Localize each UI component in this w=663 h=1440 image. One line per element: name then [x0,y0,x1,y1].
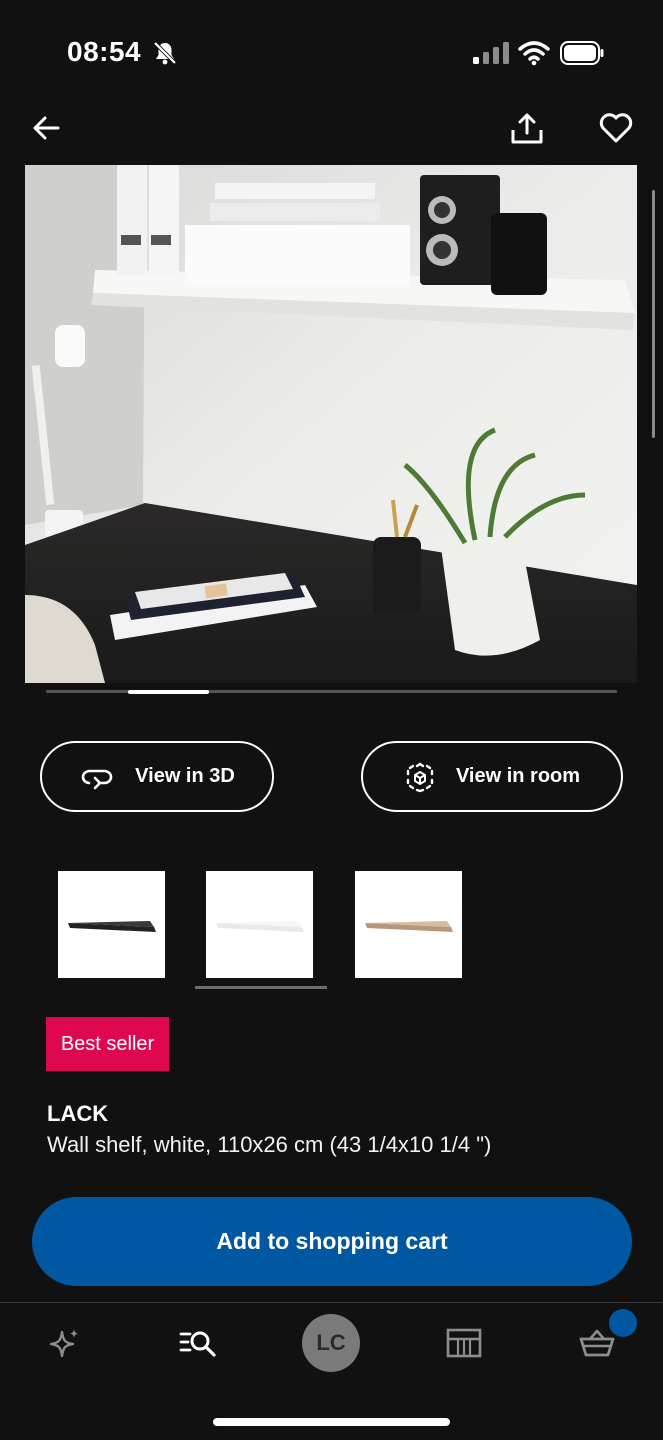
view-in-room-button[interactable]: View in room [361,741,623,812]
color-option-white[interactable] [206,871,313,978]
favorite-button[interactable] [598,110,634,146]
add-to-cart-button[interactable]: Add to shopping cart [32,1197,632,1286]
ar-cube-icon [406,762,434,792]
best-seller-badge: Best seller [46,1017,169,1071]
arrow-left-icon [33,116,60,140]
search-list-icon [179,1331,216,1357]
back-button[interactable] [28,110,64,146]
view-in-3d-label: View in 3D [135,765,235,787]
cellular-signal-icon [473,42,509,64]
rotate-3d-icon [81,769,113,789]
color-option-oak[interactable] [355,871,462,978]
bell-muted-icon [153,41,177,65]
store-icon [446,1328,482,1358]
status-time: 08:54 [67,36,142,67]
cart-notification-dot [609,1309,637,1337]
account-avatar-initials: LC [316,1330,346,1355]
page-scrollbar[interactable] [652,190,655,438]
sparkle-icon [49,1329,78,1358]
image-carousel-indicator [128,690,209,694]
wifi-icon [518,41,550,66]
shelf-black-thumbnail [67,920,156,932]
selected-color-indicator [195,986,327,989]
share-icon [511,113,543,144]
product-photo-illustration [25,165,637,683]
shelf-white-thumbnail [215,920,304,932]
tab-stores[interactable] [436,1318,492,1368]
tab-search[interactable] [170,1318,226,1368]
tab-inspiration[interactable] [37,1318,93,1368]
product-image[interactable] [25,165,637,683]
heart-icon [599,113,633,143]
shelf-oak-thumbnail [364,920,453,932]
battery-icon [560,41,604,65]
share-button[interactable] [509,110,545,146]
tab-bar-divider [0,1302,663,1303]
product-description: Wall shelf, white, 110x26 cm (43 1/4x10 … [47,1132,492,1157]
view-in-3d-button[interactable]: View in 3D [40,741,274,812]
tab-account[interactable]: LC [302,1314,360,1372]
home-indicator[interactable] [213,1418,450,1426]
product-name: LACK [47,1101,109,1126]
view-in-room-label: View in room [455,765,581,787]
shopping-basket-icon [579,1329,615,1357]
color-option-black-brown[interactable] [58,871,165,978]
